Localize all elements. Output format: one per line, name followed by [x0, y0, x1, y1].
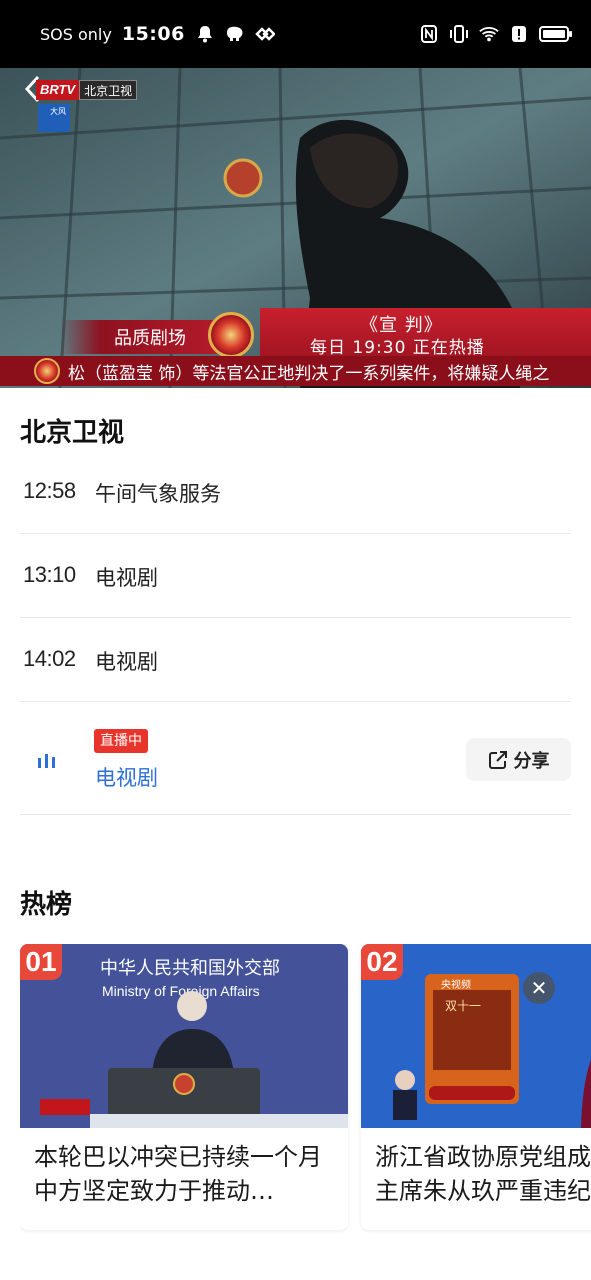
show-time: 每日 19:30 正在热播	[310, 338, 485, 358]
ticker-emblem-icon	[34, 358, 60, 384]
wifi-icon	[479, 24, 499, 44]
share-label: 分享	[513, 750, 550, 772]
nfc-icon	[419, 24, 439, 44]
logo-brand: BRTV	[36, 80, 80, 100]
clock: 15:06	[121, 23, 185, 45]
carrier-label: SOS only	[40, 24, 112, 44]
elephant-icon	[225, 24, 245, 44]
live-program-name: 电视剧	[95, 766, 158, 790]
schedule-row[interactable]: 13:10 电视剧	[20, 534, 571, 618]
hot-card[interactable]: 中华人民共和国外交部 Ministry of Foreign Affairs 0…	[20, 944, 348, 1230]
video-player[interactable]: BRTV 北京卫视 大风 品质剧场 《宣 判》 每日 19:30 正在热播 松（…	[0, 68, 591, 388]
schedule-name: 午间气象服务	[95, 482, 221, 506]
status-bar: SOS only 15:06	[0, 0, 591, 68]
battery-icon	[539, 24, 573, 44]
svg-text:双十一: 双十一	[445, 999, 481, 1013]
emblem-icon	[208, 312, 254, 358]
schedule-time: 13:10	[23, 562, 76, 587]
hot-list-title: 热榜	[20, 890, 73, 920]
channel-title: 北京卫视	[20, 418, 125, 448]
share-button[interactable]: 分享	[466, 738, 571, 781]
channel-logo: BRTV 北京卫视	[36, 80, 138, 100]
schedule-time: 14:02	[23, 646, 76, 671]
banner-show: 《宣 判》 每日 19:30 正在热播	[260, 308, 591, 358]
share-icon	[488, 750, 507, 769]
rank-badge: 01	[20, 944, 62, 980]
schedule-name: 电视剧	[95, 566, 158, 590]
svg-text:央视频: 央视频	[441, 978, 471, 991]
hot-card-thumbnail: 央视频 双十一 02	[361, 944, 591, 1128]
hot-list-carousel[interactable]: 中华人民共和国外交部 Ministry of Foreign Affairs 0…	[20, 944, 591, 1234]
schedule-name: 电视剧	[95, 650, 158, 674]
program-schedule: 12:58 午间气象服务 13:10 电视剧 14:02 电视剧 直播中 电视剧…	[20, 450, 571, 815]
hot-card-thumbnail: 中华人民共和国外交部 Ministry of Foreign Affairs 0…	[20, 944, 348, 1128]
bell-icon	[195, 24, 215, 44]
banner-label: 品质剧场	[60, 320, 220, 354]
rank-badge: 02	[361, 944, 403, 980]
live-badge: 直播中	[94, 729, 148, 753]
vpn-icon	[255, 24, 275, 44]
hot-card-title: 浙江省政协原党组成员、副主席朱从玖严重违纪	[375, 1143, 591, 1205]
playing-equalizer-icon	[37, 752, 57, 768]
schedule-row[interactable]: 12:58 午间气象服务	[20, 450, 571, 534]
schedule-time: 12:58	[23, 478, 76, 503]
news-ticker: 松（蓝盈莹 饰）等法官公正地判决了一系列案件，将嫌疑人绳之	[0, 356, 591, 386]
vibrate-icon	[449, 24, 469, 44]
schedule-row-live[interactable]: 直播中 电视剧 分享	[20, 702, 571, 815]
alert-icon	[509, 24, 529, 44]
logo-channel: 北京卫视	[79, 80, 138, 100]
svg-text:中华人民共和国外交部: 中华人民共和国外交部	[100, 958, 280, 979]
promo-banner: 品质剧场 《宣 判》 每日 19:30 正在热播	[60, 308, 591, 358]
hot-card[interactable]: 央视频 双十一 02 ✕ 浙江省政协原党组成员、副主席朱从玖严重违纪	[361, 944, 591, 1230]
hot-card-title: 本轮巴以冲突已持续一个月 中方坚定致力于推动…	[34, 1143, 322, 1205]
station-bug: 大风	[38, 104, 70, 132]
schedule-row[interactable]: 14:02 电视剧	[20, 618, 571, 702]
close-icon[interactable]: ✕	[523, 972, 555, 1004]
ticker-text: 松（蓝盈莹 饰）等法官公正地判决了一系列案件，将嫌疑人绳之	[68, 363, 550, 384]
